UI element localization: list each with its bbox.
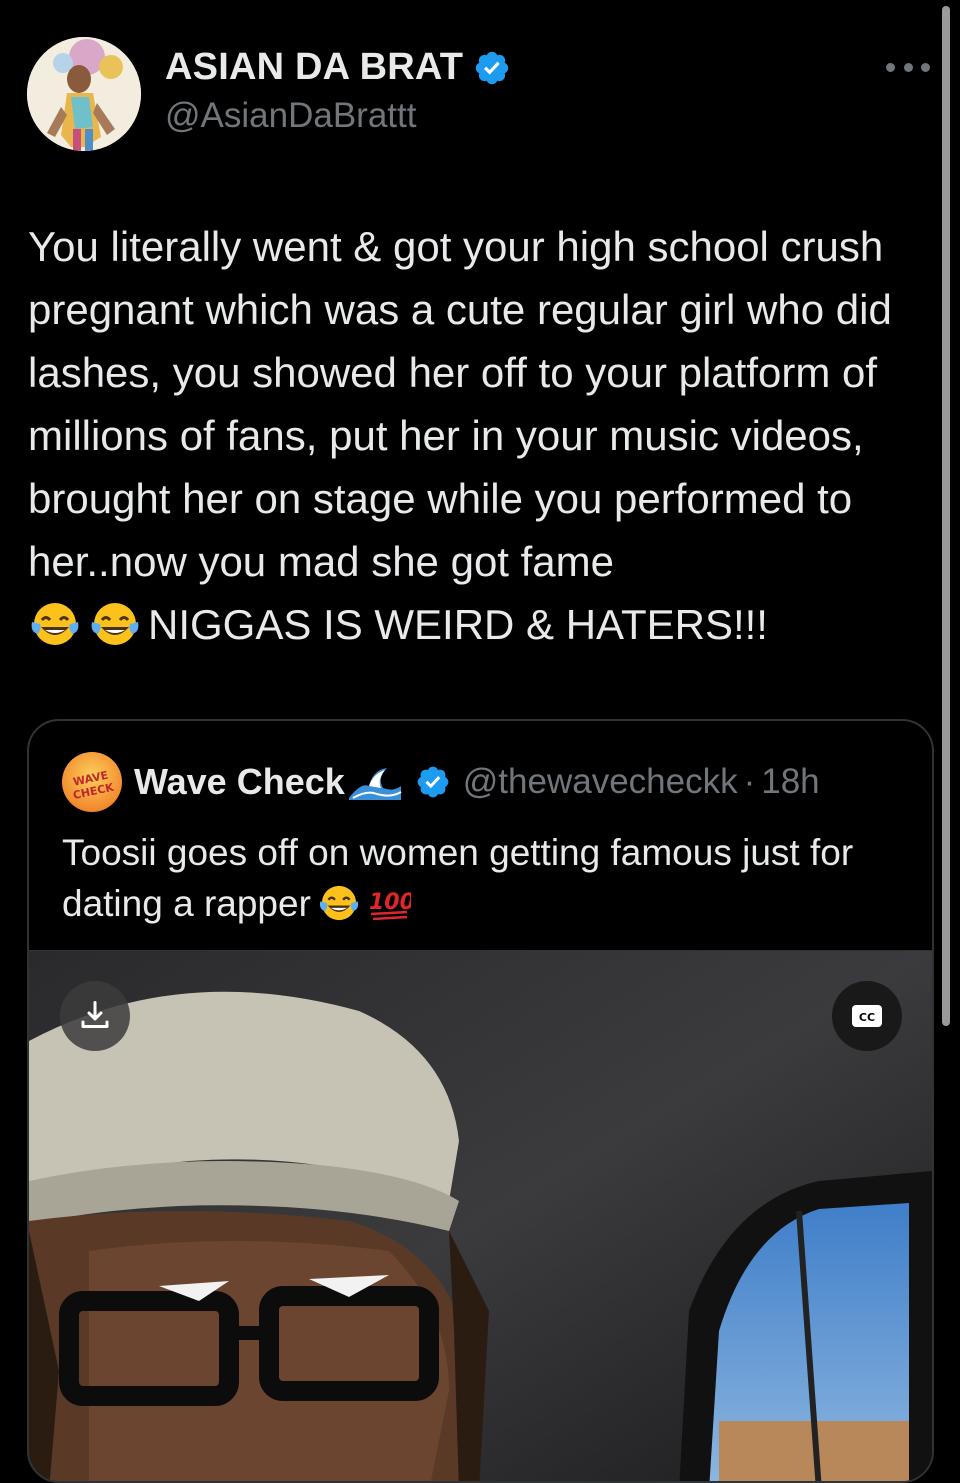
- quoted-avatar-logo: WAVE CHECK: [71, 768, 115, 803]
- quoted-tweet-text: Toosii goes off on women getting famous …: [62, 827, 912, 929]
- author-name-row[interactable]: ASIAN DA BRAT: [165, 46, 511, 89]
- profile-avatar[interactable]: [27, 37, 141, 151]
- author-display-name[interactable]: ASIAN DA BRAT: [165, 46, 463, 89]
- author-handle[interactable]: @AsianDaBrattt: [165, 96, 416, 136]
- tweet-body-end: NIGGAS IS WEIRD & HATERS!!!: [148, 601, 768, 648]
- separator-dot: ·: [743, 762, 756, 801]
- face-with-tears-of-joy-icon: [31, 603, 79, 645]
- hundred-points-icon: 100: [369, 890, 411, 921]
- face-with-tears-of-joy-icon: [91, 603, 139, 645]
- quoted-verified-badge-icon: [417, 766, 449, 798]
- download-button[interactable]: [60, 981, 130, 1051]
- face-with-tears-of-joy-icon: [319, 885, 358, 921]
- quoted-tweet-card[interactable]: WAVE CHECK Wave Check @thewavecheckk · 1…: [27, 719, 934, 1483]
- quoted-handle[interactable]: @thewavecheckk: [463, 762, 738, 802]
- video-frame: [29, 951, 932, 1481]
- water-wave-icon: [348, 768, 402, 800]
- quoted-header: Wave Check @thewavecheckk · 18h: [134, 761, 820, 803]
- cc-icon: CC: [852, 1005, 882, 1027]
- tweet-body: You literally went & got your high schoo…: [28, 223, 904, 585]
- captions-label: CC: [859, 1011, 875, 1024]
- video-player[interactable]: CC: [29, 950, 932, 1481]
- captions-button[interactable]: CC: [832, 981, 902, 1051]
- quoted-timestamp[interactable]: 18h: [761, 762, 819, 802]
- quoted-display-name[interactable]: Wave Check: [134, 761, 345, 803]
- quoted-body: Toosii goes off on women getting famous …: [62, 832, 854, 924]
- verified-badge-icon: [475, 51, 509, 84]
- quoted-avatar[interactable]: WAVE CHECK: [62, 752, 122, 812]
- more-options-icon[interactable]: [886, 52, 930, 82]
- download-icon: [81, 1001, 109, 1028]
- tweet-text: You literally went & got your high schoo…: [28, 215, 940, 656]
- scrollbar[interactable]: [942, 6, 950, 1026]
